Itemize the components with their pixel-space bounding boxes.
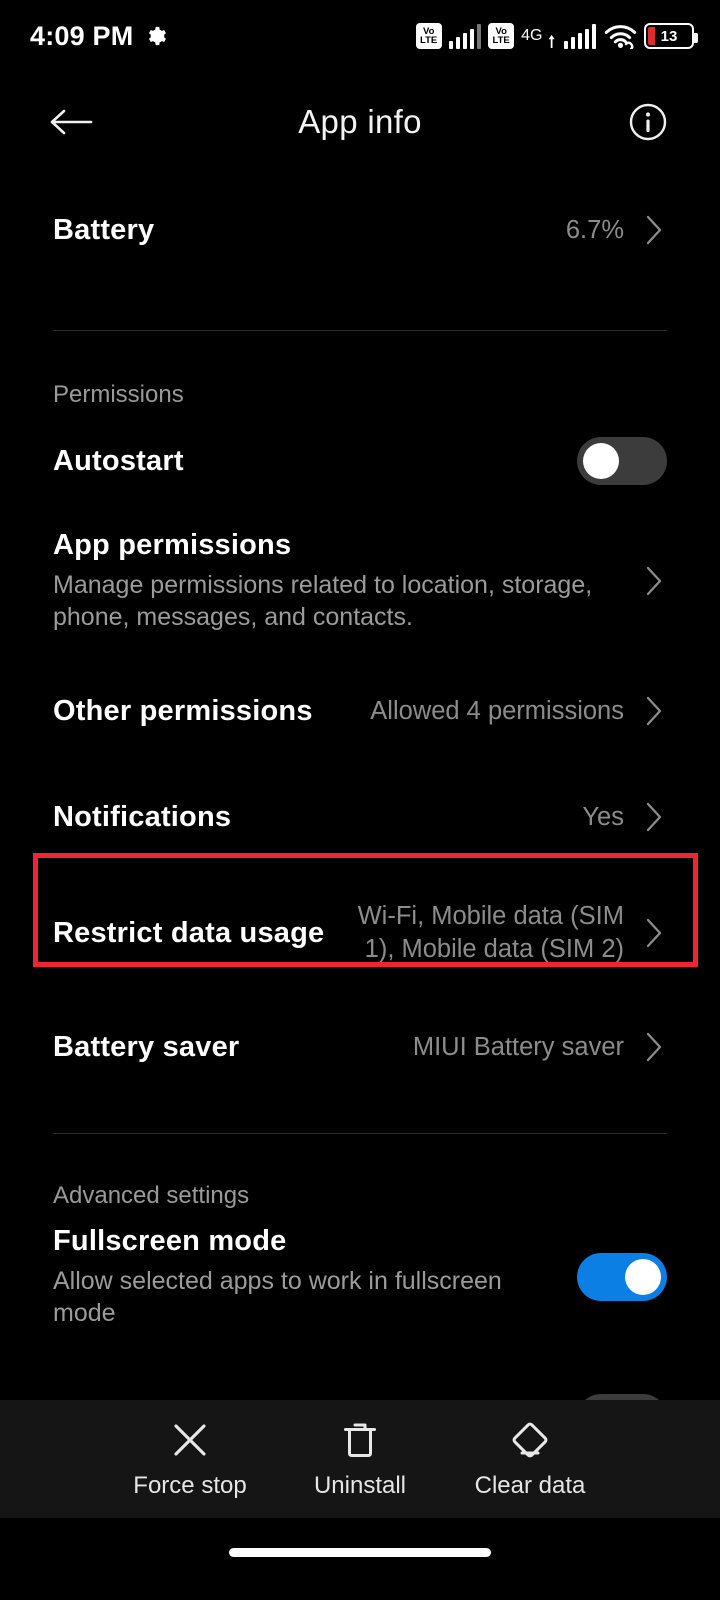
row-app-permissions[interactable]: App permissions Manage permissions relat…	[0, 521, 720, 641]
row-fullscreen-mode-texts: Fullscreen mode Allow selected apps to w…	[53, 1225, 569, 1329]
row-app-permissions-texts: App permissions Manage permissions relat…	[53, 529, 624, 633]
row-battery-title: Battery	[53, 213, 155, 246]
network-type-label: 4G	[521, 27, 543, 44]
trash-icon	[344, 1423, 376, 1457]
gear-icon	[145, 25, 167, 47]
fullscreen-mode-toggle[interactable]	[577, 1253, 667, 1301]
row-autostart[interactable]: Autostart	[0, 415, 720, 507]
row-restrict-data-usage-title: Restrict data usage	[53, 916, 325, 949]
row-restrict-data-usage-texts: Restrict data usage	[53, 917, 346, 950]
row-blur-app-previews[interactable]: Blur app previews	[0, 1372, 720, 1400]
status-bar-right: Vo LTE Vo LTE 4G 13	[415, 23, 698, 49]
page-title: App info	[298, 103, 422, 140]
chevron-right-icon	[641, 802, 667, 832]
row-battery-saver-value: MIUI Battery saver	[412, 1032, 624, 1061]
status-bar-left: 4:09 PM	[30, 21, 167, 52]
app-info-screen: 4:09 PM Vo LTE Vo LTE 4G 13 App info Bat…	[0, 0, 720, 1600]
chevron-right-icon	[641, 918, 667, 948]
row-other-permissions-title: Other permissions	[53, 694, 313, 727]
close-x-icon	[174, 1423, 206, 1456]
force-stop-label: Force stop	[133, 1471, 247, 1499]
navigation-bar	[0, 1518, 720, 1600]
row-battery-saver-texts: Battery saver	[53, 1031, 413, 1064]
row-app-permissions-title: App permissions	[53, 529, 292, 561]
row-autostart-title: Autostart	[53, 444, 184, 477]
row-notifications-title: Notifications	[53, 800, 232, 833]
row-battery-saver[interactable]: Battery saver MIUI Battery saver	[0, 1003, 720, 1091]
volte-icon-sim2: Vo LTE	[488, 23, 515, 49]
row-restrict-data-usage-value: Wi-Fi, Mobile data (SIM 1), Mobile data …	[357, 902, 624, 963]
row-restrict-data-usage[interactable]: Restrict data usage Wi-Fi, Mobile data (…	[0, 877, 720, 989]
row-autostart-texts: Autostart	[53, 445, 569, 478]
battery-icon: 13	[644, 23, 698, 49]
section-header-advanced-settings: Advanced settings	[53, 1182, 250, 1209]
settings-list-viewport[interactable]: Battery 6.7% Permissions Autostart App p	[0, 172, 720, 1400]
row-battery[interactable]: Battery 6.7%	[0, 172, 720, 288]
row-other-permissions-value: Allowed 4 permissions	[370, 696, 624, 725]
back-button[interactable]	[38, 89, 104, 155]
battery-percent-label: 13	[660, 27, 678, 45]
row-fullscreen-mode-subtitle: Allow selected apps to work in fullscree…	[53, 1267, 502, 1327]
row-app-permissions-subtitle: Manage permissions related to location, …	[53, 571, 593, 631]
row-notifications-texts: Notifications	[53, 801, 582, 834]
clear-data-label: Clear data	[474, 1471, 586, 1499]
eraser-icon	[512, 1422, 548, 1457]
chevron-right-icon	[641, 566, 667, 596]
toggle-knob	[583, 443, 619, 479]
force-stop-button[interactable]: Force stop	[105, 1419, 275, 1500]
status-bar-clock: 4:09 PM	[30, 20, 134, 51]
row-battery-saver-title: Battery saver	[53, 1030, 240, 1063]
signal-bars-icon-sim2	[563, 23, 596, 49]
data-activity-icon	[548, 34, 555, 48]
row-fullscreen-mode-title: Fullscreen mode	[53, 1225, 287, 1257]
app-bar: App info	[0, 72, 720, 172]
row-other-permissions-texts: Other permissions	[53, 695, 370, 728]
battery-level-fill	[648, 27, 655, 45]
autostart-toggle[interactable]	[577, 437, 667, 485]
signal-bars-icon-sim1	[448, 23, 482, 49]
status-bar: 4:09 PM Vo LTE Vo LTE 4G 13	[0, 0, 720, 72]
info-button[interactable]	[620, 94, 676, 150]
info-icon	[629, 103, 667, 141]
home-indicator[interactable]	[229, 1547, 491, 1557]
back-arrow-icon	[50, 109, 93, 135]
row-battery-value: 6.7%	[565, 215, 624, 244]
row-other-permissions[interactable]: Other permissions Allowed 4 permissions	[0, 667, 720, 755]
chevron-right-icon	[641, 1032, 667, 1062]
chevron-right-icon	[641, 696, 667, 726]
row-fullscreen-mode[interactable]: Fullscreen mode Allow selected apps to w…	[0, 1216, 720, 1338]
chevron-right-icon	[641, 215, 667, 245]
action-bar: Force stop Uninstall Clear data	[0, 1400, 720, 1518]
clear-data-button[interactable]: Clear data	[445, 1419, 615, 1500]
volte-icon-sim1: Vo LTE	[415, 23, 442, 49]
row-notifications[interactable]: Notifications Yes	[0, 773, 720, 861]
uninstall-button[interactable]: Uninstall	[275, 1419, 445, 1500]
section-header-permissions: Permissions	[53, 381, 184, 408]
settings-list: Battery 6.7% Permissions Autostart App p	[0, 172, 720, 1400]
uninstall-label: Uninstall	[313, 1471, 407, 1499]
row-notifications-value: Yes	[582, 802, 624, 831]
toggle-knob	[625, 1259, 661, 1295]
wifi-icon	[604, 25, 637, 49]
row-battery-texts: Battery	[53, 214, 566, 247]
